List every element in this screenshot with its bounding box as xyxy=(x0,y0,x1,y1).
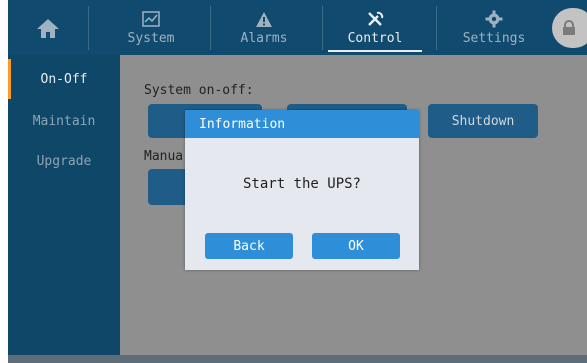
sidebar: On-Off Maintain Upgrade xyxy=(8,55,120,355)
lock-icon xyxy=(563,20,575,35)
tab-label: Alarms xyxy=(240,31,288,46)
gear-icon xyxy=(485,10,503,28)
home-icon xyxy=(37,18,59,38)
tab-label: Control xyxy=(347,31,403,46)
tab-control[interactable]: Control xyxy=(326,0,424,55)
back-button[interactable]: Back xyxy=(205,233,293,259)
tab-divider xyxy=(322,6,323,50)
shutdown-button-label: Shutdown xyxy=(451,113,515,129)
tools-icon xyxy=(368,11,384,26)
sidebar-item-maintain[interactable]: Maintain xyxy=(8,101,120,141)
dialog-title: Information xyxy=(185,110,419,138)
warning-icon xyxy=(256,11,272,27)
home-button[interactable] xyxy=(8,0,88,55)
tab-divider xyxy=(436,6,437,50)
back-button-label: Back xyxy=(233,238,265,254)
sidebar-item-label: On-Off xyxy=(40,71,88,87)
tab-alarms[interactable]: Alarms xyxy=(216,0,312,55)
tab-settings[interactable]: Settings xyxy=(444,0,544,55)
chart-icon xyxy=(142,11,160,27)
sidebar-item-on-off[interactable]: On-Off xyxy=(8,59,120,99)
tab-divider xyxy=(88,6,89,50)
bottom-strip xyxy=(8,355,587,363)
information-dialog: Information Start the UPS? Back OK xyxy=(185,110,419,270)
tab-system[interactable]: System xyxy=(103,0,199,55)
sidebar-item-upgrade[interactable]: Upgrade xyxy=(8,141,120,181)
lock-button[interactable] xyxy=(552,8,587,48)
ok-button[interactable]: OK xyxy=(312,233,400,259)
sidebar-item-label: Upgrade xyxy=(36,153,92,169)
system-on-off-label: System on-off: xyxy=(144,83,254,98)
top-nav-bar: System Alarms Control Settings xyxy=(8,0,587,55)
tab-label: System xyxy=(127,31,175,46)
manual-section-label: Manua xyxy=(144,149,184,164)
ok-button-label: OK xyxy=(348,238,364,254)
sidebar-item-label: Maintain xyxy=(32,113,96,129)
dialog-message: Start the UPS? xyxy=(242,176,361,192)
tab-divider xyxy=(210,6,211,50)
shutdown-button[interactable]: Shutdown xyxy=(428,104,538,138)
tab-label: Settings xyxy=(462,31,526,46)
